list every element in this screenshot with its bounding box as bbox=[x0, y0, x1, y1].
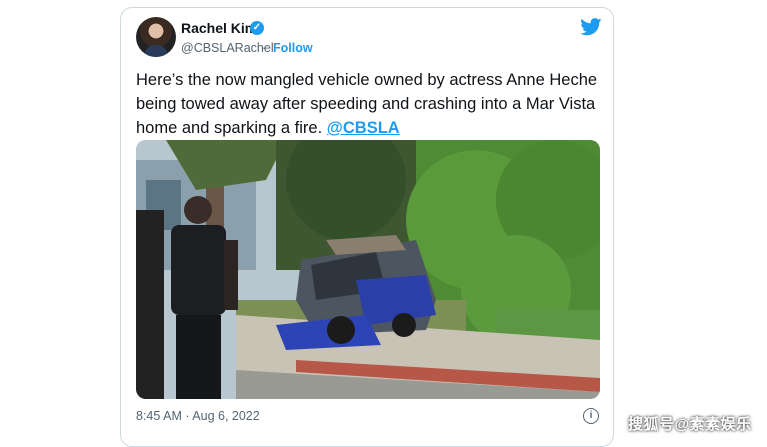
verified-badge-icon: ✓ bbox=[250, 21, 264, 35]
mention-link[interactable]: @CBSLA bbox=[327, 119, 400, 137]
avatar[interactable] bbox=[136, 17, 176, 57]
tweet-timestamp[interactable]: 8:45 AM · Aug 6, 2022 bbox=[136, 409, 260, 423]
author-handle[interactable]: @CBSLARachel bbox=[181, 41, 274, 55]
info-icon[interactable]: i bbox=[583, 408, 599, 424]
author-name[interactable]: Rachel Kim bbox=[181, 20, 257, 36]
tweet-photo[interactable] bbox=[136, 140, 600, 399]
watermark-text: 搜狐号@素素娱乐 bbox=[628, 416, 752, 433]
follow-button[interactable]: Follow bbox=[273, 41, 313, 55]
twitter-bird-icon[interactable] bbox=[580, 18, 602, 36]
separator-dot: · bbox=[262, 41, 267, 55]
tweet-text: Here’s the now mangled vehicle owned by … bbox=[136, 68, 606, 140]
